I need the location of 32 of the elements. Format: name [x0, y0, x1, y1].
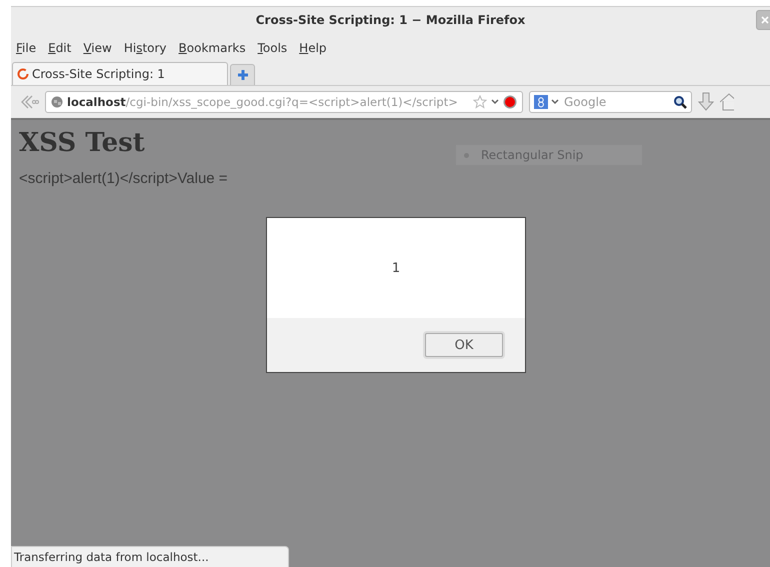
search-input[interactable]: Google — [562, 94, 670, 110]
stop-icon[interactable] — [503, 95, 517, 109]
home-icon[interactable] — [720, 93, 734, 111]
ok-button[interactable]: OK — [425, 333, 503, 357]
chevron-icon[interactable] — [491, 99, 499, 105]
page-heading: XSS Test — [19, 128, 145, 158]
menu-item[interactable]: Help — [299, 41, 327, 55]
back-icon[interactable] — [19, 94, 39, 110]
close-icon — [760, 15, 770, 25]
menu-item[interactable]: File — [16, 41, 36, 55]
browser-tab[interactable]: Cross-Site Scripting: 1 — [12, 62, 228, 85]
menu-item[interactable]: Tools — [258, 41, 288, 55]
loading-icon — [17, 68, 29, 80]
search-icon[interactable] — [673, 95, 687, 109]
star-icon[interactable] — [473, 95, 487, 109]
alert-message: 1 — [392, 260, 400, 276]
search-field[interactable]: Google — [529, 91, 692, 113]
url-text: localhost/cgi-bin/xss_scope_good.cgi?q=<script>alert(1)</script> — [67, 95, 459, 109]
plus-icon — [236, 69, 248, 81]
menu-item[interactable]: History — [124, 41, 167, 55]
menu-item[interactable]: View — [83, 41, 112, 55]
page-text: <script>alert(1)</script>Value = — [19, 170, 229, 187]
download-icon[interactable] — [698, 92, 714, 112]
menu-item[interactable]: Bookmarks — [178, 41, 246, 55]
search-engine-icon[interactable] — [534, 95, 548, 109]
window-title: Cross-Site Scripting: 1 − Mozilla Firefox — [256, 13, 526, 27]
address-bar[interactable]: localhost/cgi-bin/xss_scope_good.cgi?q=<script>alert(1)</script> — [45, 91, 523, 113]
chevron-icon[interactable] — [551, 99, 559, 105]
globe-icon — [51, 96, 63, 108]
menu-item[interactable]: Edit — [48, 41, 72, 55]
new-tab-button[interactable] — [230, 64, 255, 85]
status-bar: Transferring data from localhost... — [11, 546, 289, 567]
